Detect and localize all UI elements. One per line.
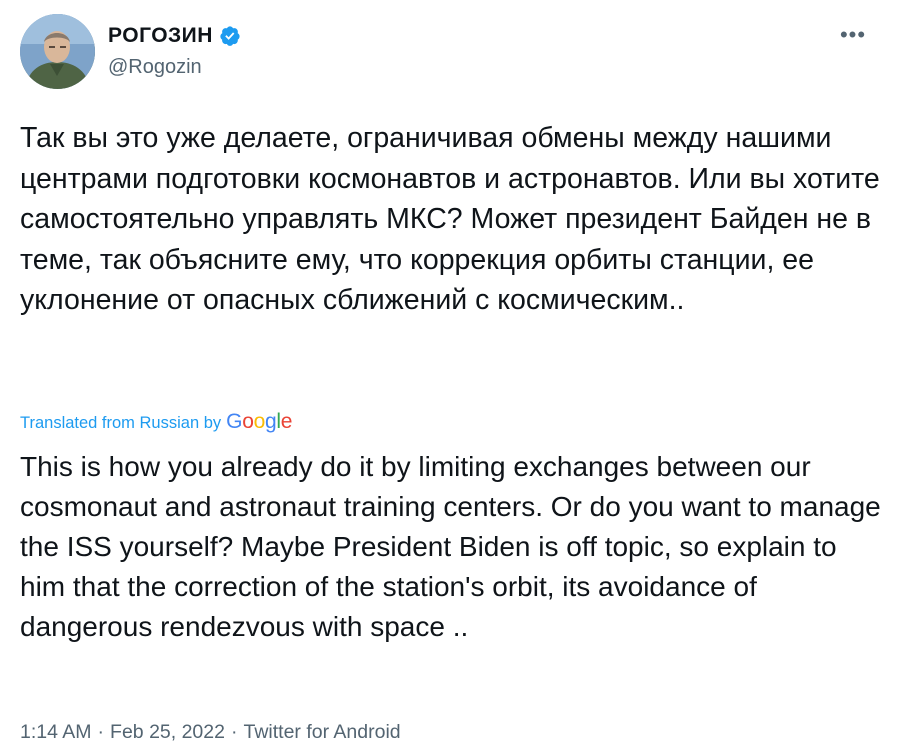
- avatar-photo: [20, 14, 95, 89]
- tweet-date[interactable]: Feb 25, 2022: [110, 721, 225, 744]
- translation-note[interactable]: Translated from Russian by Google: [20, 410, 292, 434]
- tweet-translated-text: This is how you already do it by limitin…: [20, 451, 881, 642]
- translation-note-label[interactable]: Translated from Russian by: [20, 414, 221, 433]
- meta-separator: ·: [230, 721, 238, 743]
- meta-separator: ·: [97, 721, 105, 743]
- avatar[interactable]: [20, 14, 95, 89]
- author-display-name[interactable]: РОГОЗИН: [108, 24, 213, 48]
- author-handle[interactable]: @Rogozin: [108, 56, 202, 79]
- verified-badge-icon: [220, 26, 240, 46]
- google-logo: Google: [226, 410, 293, 433]
- tweet-time[interactable]: 1:14 AM: [20, 721, 92, 744]
- tweet-original-text: Так вы это уже делаете, ограничивая обме…: [20, 122, 880, 316]
- tweet-source[interactable]: Twitter for Android: [243, 721, 400, 744]
- more-options-button[interactable]: •••: [836, 22, 870, 48]
- tweet-card: РОГОЗИН @Rogozin ••• Так вы это уже дела…: [0, 0, 900, 756]
- tweet-metadata: 1:14 AM · Feb 25, 2022 · Twitter for And…: [20, 721, 401, 744]
- author-name-row[interactable]: РОГОЗИН: [108, 24, 241, 48]
